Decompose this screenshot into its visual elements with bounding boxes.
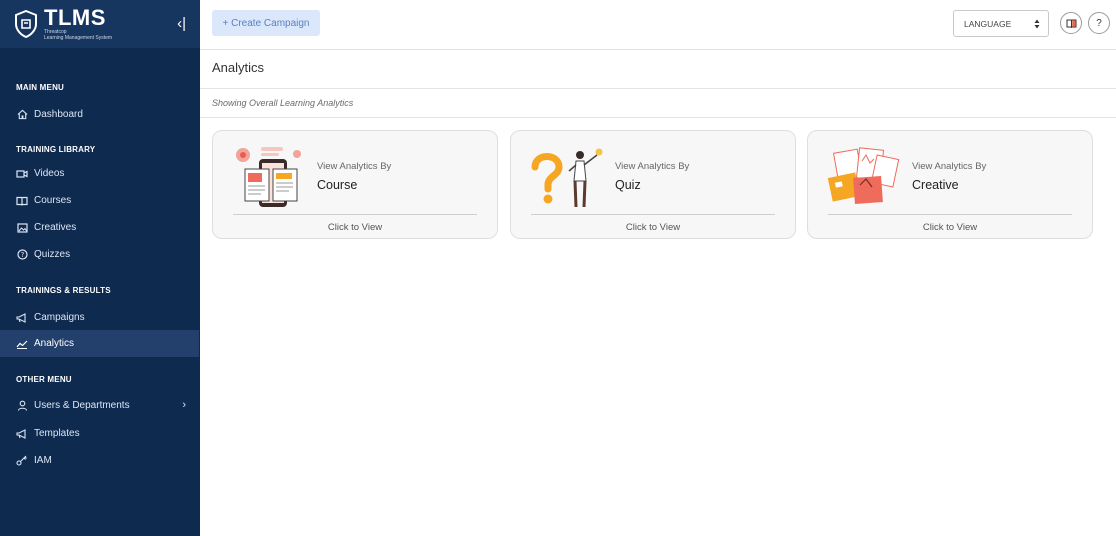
card-click-to-view-link[interactable]: Click to View: [213, 222, 497, 233]
sort-arrows-icon: [1034, 19, 1040, 29]
image-icon: [16, 222, 28, 234]
help-icon: ?: [1096, 17, 1102, 29]
page-subheader: Showing Overall Learning Analytics: [200, 89, 1116, 118]
create-campaign-button[interactable]: + Create Campaign: [212, 10, 320, 36]
brand-title: TLMS: [44, 5, 106, 30]
help-button[interactable]: ?: [1088, 12, 1110, 34]
sidebar-item-campaigns[interactable]: Campaigns: [0, 304, 200, 331]
card-kicker: View Analytics By: [912, 161, 987, 172]
book-open-icon: [1066, 19, 1076, 28]
card-kicker: View Analytics By: [317, 161, 392, 172]
brand-subtitle-2: Learning Management System: [44, 35, 113, 41]
analytics-card-course[interactable]: View Analytics By Course Click to View: [212, 130, 498, 239]
sidebar-item-label: Analytics: [34, 338, 75, 349]
creative-illustration-icon: [827, 147, 900, 204]
card-click-to-view-link[interactable]: Click to View: [511, 222, 795, 233]
svg-text:?: ?: [20, 251, 24, 259]
sidebar-item-label: Templates: [34, 428, 80, 439]
analytics-card-creative[interactable]: View Analytics By Creative Click to View: [807, 130, 1093, 239]
sidebar-item-templates[interactable]: Templates: [0, 420, 200, 447]
card-divider: [828, 214, 1072, 215]
top-bar: + Create Campaign LANGUAGE ?: [200, 0, 1116, 50]
shield-logo-icon: [15, 10, 37, 38]
card-click-to-view-link[interactable]: Click to View: [808, 222, 1092, 233]
card-title: Course: [317, 178, 358, 192]
card-title: Quiz: [615, 178, 641, 192]
sidebar-item-label: Users & Departments: [34, 400, 130, 411]
menu-heading-trainings-results: TRAININGS & RESULTS: [16, 286, 111, 295]
sidebar-item-label: Creatives: [34, 222, 77, 233]
sidebar-item-label: Courses: [34, 195, 72, 206]
page-title: Analytics: [212, 60, 265, 75]
analytics-card-quiz[interactable]: View Analytics By Quiz Click to View: [510, 130, 796, 239]
sidebar-item-users-departments[interactable]: Users & Departments ›: [0, 392, 200, 419]
sidebar-item-label: Dashboard: [34, 109, 83, 120]
card-divider: [531, 214, 775, 215]
key-icon: [16, 455, 28, 467]
card-kicker: View Analytics By: [615, 161, 690, 172]
menu-heading-main: MAIN MENU: [16, 83, 65, 92]
sidebar-item-quizzes[interactable]: ? Quizzes: [0, 241, 200, 268]
megaphone-icon: [16, 428, 28, 440]
sidebar-item-label: IAM: [34, 455, 52, 466]
user-icon: [16, 400, 28, 412]
quiz-illustration-icon: [531, 148, 603, 208]
page-header: Analytics: [200, 50, 1116, 89]
course-illustration-icon: [236, 147, 301, 207]
sidebar-item-label: Videos: [34, 168, 65, 179]
brand-header: TLMS Threatcop Learning Management Syste…: [0, 0, 200, 48]
sidebar-item-label: Quizzes: [34, 249, 71, 260]
menu-heading-training-library: TRAINING LIBRARY: [16, 145, 96, 154]
book-open-button[interactable]: [1060, 12, 1082, 34]
sidebar-item-courses[interactable]: Courses: [0, 187, 200, 214]
sidebar-item-creatives[interactable]: Creatives: [0, 214, 200, 241]
menu-heading-other: OTHER MENU: [16, 375, 72, 384]
sidebar-item-iam[interactable]: IAM: [0, 447, 200, 474]
collapse-sidebar-icon[interactable]: ‹|: [177, 15, 186, 32]
sidebar-item-videos[interactable]: Videos: [0, 160, 200, 187]
video-icon: [16, 168, 28, 180]
language-select-label: LANGUAGE: [964, 18, 1012, 29]
language-select[interactable]: LANGUAGE: [953, 10, 1049, 37]
card-divider: [233, 214, 477, 215]
megaphone-icon: [16, 312, 28, 324]
page-subtitle: Showing Overall Learning Analytics: [212, 98, 354, 108]
book-icon: [16, 195, 28, 207]
question-icon: ?: [16, 249, 28, 261]
sidebar-item-label: Campaigns: [34, 312, 85, 323]
chevron-right-icon: ›: [182, 399, 186, 411]
chart-line-icon: [16, 338, 28, 350]
home-icon: [16, 109, 28, 121]
sidebar-item-dashboard[interactable]: Dashboard: [0, 101, 200, 128]
sidebar: TLMS Threatcop Learning Management Syste…: [0, 0, 200, 536]
card-title: Creative: [912, 178, 959, 192]
sidebar-item-analytics[interactable]: Analytics: [0, 330, 199, 357]
